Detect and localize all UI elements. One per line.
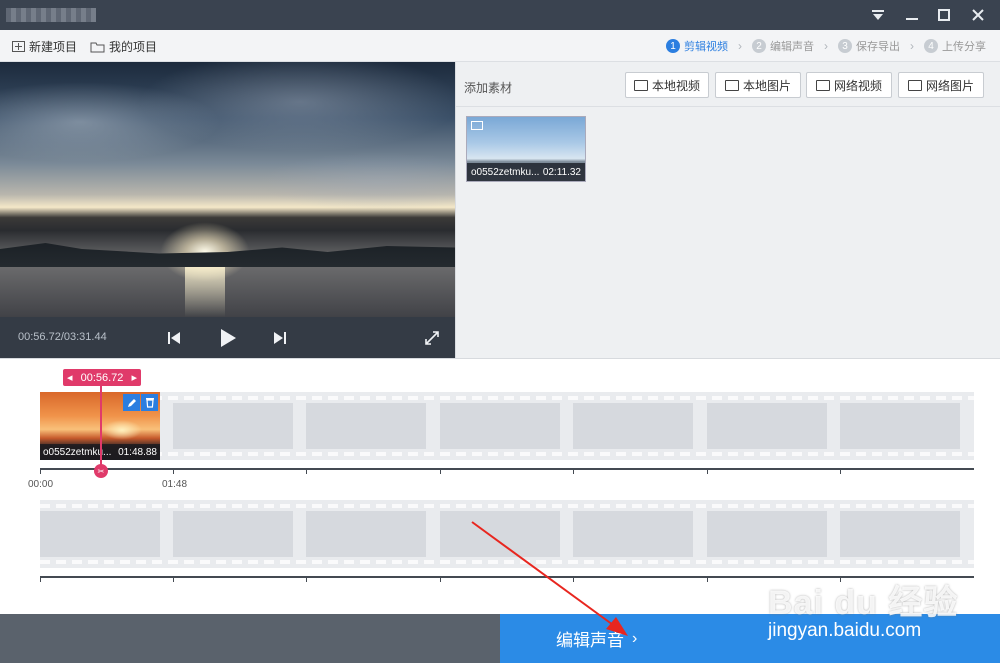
material-name: o0552zetmku...: [471, 166, 540, 178]
window-title-blurred: [6, 8, 96, 22]
playback-time: 00:56.72/03:31.44: [18, 331, 107, 343]
trash-icon: [145, 398, 154, 408]
fullscreen-button[interactable]: [420, 326, 444, 350]
play-icon: [221, 329, 236, 347]
close-button[interactable]: [962, 0, 994, 30]
chevron-right-icon: ›: [910, 39, 914, 53]
next-step-label: 编辑声音: [556, 631, 624, 650]
new-project-button[interactable]: 新建项目: [12, 38, 77, 55]
edit-clip-button[interactable]: [123, 394, 140, 411]
ruler-mark-label: 01:48: [162, 479, 188, 490]
menu-dropdown-button[interactable]: [862, 0, 894, 30]
close-icon: [972, 9, 984, 21]
my-projects-button[interactable]: 我的项目: [90, 38, 157, 55]
playhead-tag[interactable]: ◂ 00:56.72 ▸: [63, 369, 141, 386]
local-video-button[interactable]: 本地视频: [625, 72, 709, 98]
chevron-right-icon: ›: [632, 629, 638, 647]
previous-button[interactable]: [162, 326, 186, 350]
step-edit-video[interactable]: 1 剪辑视频: [666, 38, 728, 54]
image-icon: [724, 79, 739, 91]
workflow-steps: 1 剪辑视频 › 2 编辑声音 › 3 保存导出 › 4 上传分享: [666, 38, 986, 54]
fullscreen-icon: [425, 331, 439, 345]
network-video-icon: [815, 79, 830, 91]
video-preview-panel: 00:56.72/03:31.44: [0, 62, 455, 358]
step-upload-share[interactable]: 4 上传分享: [924, 38, 986, 54]
folder-icon: [90, 42, 105, 52]
network-video-button[interactable]: 网络视频: [806, 72, 892, 98]
maximize-icon: [938, 9, 950, 21]
ruler-start-label: 00:00: [28, 479, 54, 490]
step-edit-audio[interactable]: 2 编辑声音: [752, 38, 814, 54]
next-button[interactable]: [268, 326, 292, 350]
skip-next-icon: [274, 332, 286, 344]
network-image-button[interactable]: 网络图片: [898, 72, 984, 98]
playback-controls: 00:56.72/03:31.44: [0, 317, 455, 358]
scissors-icon[interactable]: ✂: [94, 464, 108, 478]
pencil-icon: [127, 398, 136, 407]
video-track[interactable]: [40, 392, 974, 460]
clip-duration: 01:48.88: [118, 446, 157, 458]
playhead-left-arrow-icon[interactable]: ◂: [67, 371, 73, 384]
network-image-icon: [907, 79, 922, 91]
playhead-line[interactable]: [100, 385, 102, 468]
playhead-time: 00:56.72: [80, 371, 124, 384]
material-thumbnail[interactable]: o0552zetmku... 02:11.32: [466, 116, 586, 182]
video-icon: [633, 79, 648, 91]
minimize-icon: [906, 18, 918, 20]
footer-bar: [0, 614, 500, 663]
plus-box-icon: [12, 41, 25, 52]
baidu-watermark-url: jingyan.baidu.com: [768, 620, 922, 641]
material-duration: 02:11.32: [542, 166, 581, 178]
playhead-right-arrow-icon[interactable]: ▸: [131, 371, 137, 384]
minimize-button[interactable]: [896, 0, 928, 30]
main-toolbar: 新建项目 我的项目 1 剪辑视频 › 2 编辑声音 › 3 保存导出 › 4 上…: [0, 30, 1000, 62]
add-material-label: 添加素材: [464, 81, 513, 95]
video-icon: [471, 121, 483, 130]
timeline-ruler-top: [40, 468, 974, 470]
menu-dropdown-icon: [872, 10, 884, 20]
chevron-right-icon: ›: [824, 39, 828, 53]
materials-panel: 添加素材 本地视频 本地图片 网络视频 网络图片 o0552zetmku... …: [455, 62, 1000, 358]
play-button[interactable]: [216, 326, 240, 350]
step-save-export[interactable]: 3 保存导出: [838, 38, 900, 54]
local-image-button[interactable]: 本地图片: [715, 72, 801, 98]
title-bar: [0, 0, 1000, 30]
audio-track[interactable]: [40, 500, 974, 568]
chevron-right-icon: ›: [738, 39, 742, 53]
skip-previous-icon: [168, 332, 180, 344]
baidu-watermark-logo: Bai du 经验: [768, 584, 959, 622]
new-project-label: 新建项目: [29, 40, 78, 54]
my-projects-label: 我的项目: [109, 40, 158, 54]
video-frame[interactable]: [0, 62, 455, 317]
delete-clip-button[interactable]: [141, 394, 158, 411]
maximize-button[interactable]: [928, 0, 960, 30]
